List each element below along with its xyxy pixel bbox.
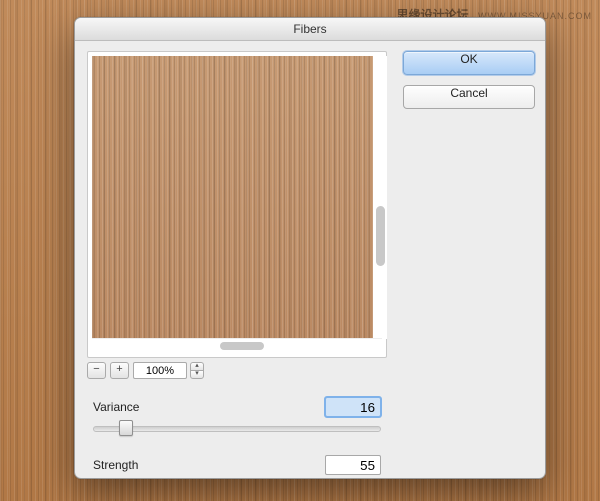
fibers-dialog: Fibers − + 100% ▴ ▾ (74, 17, 546, 479)
dialog-right-pane: OK Cancel (397, 41, 545, 479)
variance-slider-track (93, 426, 381, 432)
vertical-scrollbar-thumb[interactable] (376, 206, 385, 266)
zoom-value: 100% (133, 362, 187, 379)
strength-input[interactable] (325, 455, 381, 475)
vertical-scrollbar[interactable] (373, 56, 387, 339)
variance-slider-thumb[interactable] (119, 420, 133, 436)
chevron-up-icon[interactable]: ▴ (190, 362, 204, 370)
zoom-bar: − + 100% ▴ ▾ (87, 362, 387, 379)
preview-canvas[interactable] (92, 56, 382, 338)
strength-slider[interactable] (93, 477, 381, 479)
variance-row: Variance (87, 397, 387, 417)
zoom-in-button[interactable]: + (110, 362, 129, 379)
variance-input[interactable] (325, 397, 381, 417)
variance-slider[interactable] (93, 419, 381, 437)
horizontal-scrollbar[interactable] (92, 338, 382, 353)
preview-frame (87, 51, 387, 358)
horizontal-scrollbar-thumb[interactable] (220, 342, 264, 350)
zoom-out-button[interactable]: − (87, 362, 106, 379)
dialog-title: Fibers (75, 18, 545, 41)
variance-label: Variance (93, 400, 171, 414)
cancel-button[interactable]: Cancel (403, 85, 535, 109)
dialog-left-pane: − + 100% ▴ ▾ Variance Streng (75, 41, 397, 479)
zoom-stepper[interactable]: ▴ ▾ (190, 362, 204, 379)
strength-slider-thumb[interactable] (338, 478, 352, 479)
strength-label: Strength (93, 458, 171, 472)
strength-row: Strength (87, 455, 387, 475)
ok-button[interactable]: OK (403, 51, 535, 75)
chevron-down-icon[interactable]: ▾ (190, 370, 204, 379)
